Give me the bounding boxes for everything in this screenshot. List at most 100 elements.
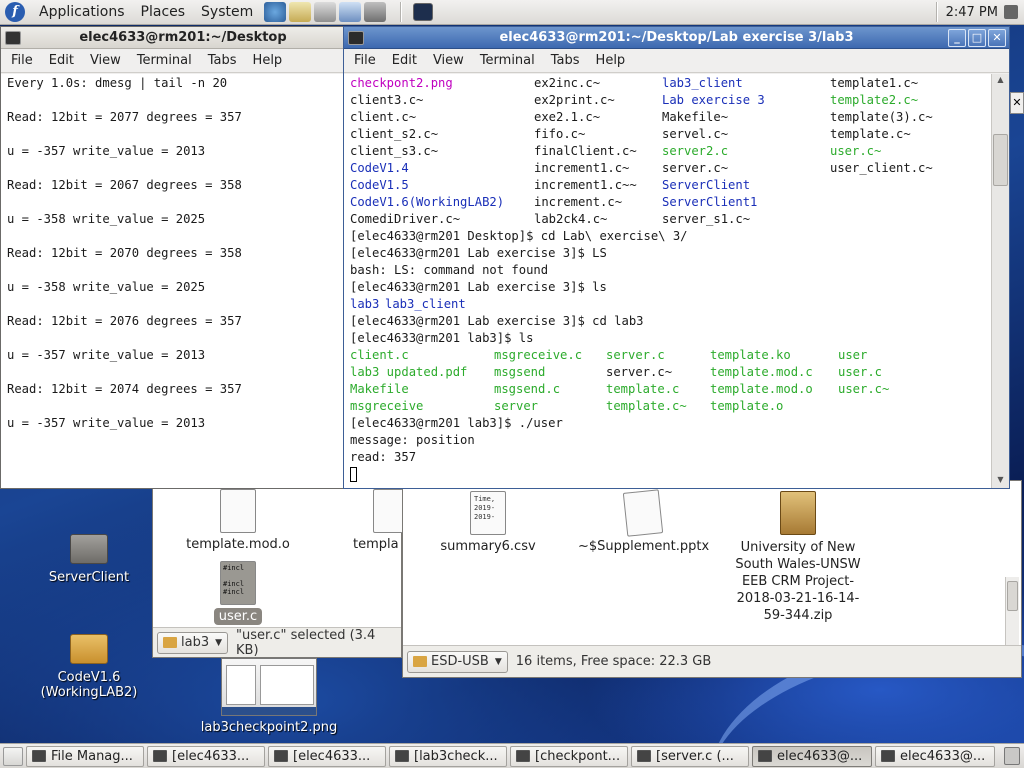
listing-entry: client_s3.c~ xyxy=(350,144,439,158)
taskbar-button[interactable]: [checkpont... xyxy=(510,745,628,767)
taskbar-button[interactable]: elec4633@... xyxy=(875,745,995,767)
menu-edit[interactable]: Edit xyxy=(384,53,425,68)
folder-icon xyxy=(413,656,427,667)
taskbar-button[interactable]: File Manag... xyxy=(26,745,144,767)
menu-terminal[interactable]: Terminal xyxy=(472,53,543,68)
taskbar-button[interactable]: elec4633@... xyxy=(752,745,872,767)
listing-entry: lab2ck4.c~ xyxy=(534,212,608,226)
file-label: ~$Supplement.pptx xyxy=(578,539,710,554)
listing-entry: user xyxy=(838,348,868,362)
terminal-line: ComediDriver.c~ lab2ck4.c~ server_s1.c~ xyxy=(350,211,985,228)
bottom-panel: File Manag... [elec4633... [elec4633... [la… xyxy=(0,743,1024,768)
desktop-icon-label: CodeV1.6 (WorkingLAB2) xyxy=(40,670,138,700)
scroll-up-arrow-icon[interactable]: ▲ xyxy=(992,75,1009,87)
browser-launcher-icon[interactable] xyxy=(264,2,287,22)
terminal-window-lab3[interactable]: elec4633@rm201:~/Desktop/Lab exercise 3/… xyxy=(343,26,1010,489)
terminal-launcher-icon[interactable] xyxy=(413,3,434,21)
listing-entry: template.o xyxy=(710,399,784,413)
taskbar-list: File Manag... [elec4633... [elec4633... [la… xyxy=(23,745,995,767)
chevron-down-icon: ▼ xyxy=(494,656,502,667)
terminal-line: checkpont2.png ex2inc.c~ lab3_client templa… xyxy=(350,75,985,92)
file-manager-usb-window[interactable]: Time, 2019- 2019- summary6.csv ~$Supplem… xyxy=(402,480,1022,678)
volume-icon[interactable] xyxy=(1004,5,1018,19)
file-item[interactable]: template.mod.o xyxy=(183,489,293,552)
tools-launcher-icon[interactable] xyxy=(364,2,387,22)
menu-file[interactable]: File xyxy=(3,53,41,68)
terminal-line: CodeV1.6(WorkingLAB2) increment.c~ ServerC… xyxy=(350,194,985,211)
close-button[interactable]: ✕ xyxy=(988,29,1006,47)
file-item[interactable]: Time, 2019- 2019- summary6.csv xyxy=(433,491,543,554)
applications-menu[interactable]: Applications xyxy=(31,0,133,25)
terminal-window-watch[interactable]: elec4633@rm201:~/Desktop File Edit View … xyxy=(0,26,346,489)
presentation-launcher-icon[interactable] xyxy=(339,2,362,22)
taskbar-button[interactable]: [lab3check... xyxy=(389,745,507,767)
listing-entry: lab3_client xyxy=(662,76,743,90)
places-menu[interactable]: Places xyxy=(133,0,194,25)
file-item-selected[interactable]: #incl #incl #incl user.c xyxy=(208,561,268,625)
listing-entry: template.c~ xyxy=(606,399,687,413)
menu-edit[interactable]: Edit xyxy=(41,53,82,68)
window-titlebar[interactable]: elec4633@rm201:~/Desktop/Lab exercise 3/… xyxy=(344,27,1009,49)
menu-tabs[interactable]: Tabs xyxy=(543,53,588,68)
scroll-thumb[interactable] xyxy=(993,134,1008,186)
scroll-down-arrow-icon[interactable]: ▼ xyxy=(992,475,1009,487)
terminal-line: [elec4633@rm201 lab3]$ ./user xyxy=(350,416,563,430)
listing-entry: user.c xyxy=(838,365,883,379)
taskbar-button[interactable]: [elec4633... xyxy=(147,745,265,767)
listing-entry: template2.c~ xyxy=(830,93,919,107)
listing-entry: Makefile~ xyxy=(662,110,729,124)
file-manager-lab3-window[interactable]: template.mod.o templa #incl #incl #incl … xyxy=(152,480,409,658)
terminal-line: Read: 12bit = 2070 degrees = 358 xyxy=(7,246,242,260)
desktop-folder-serverclient[interactable]: ServerClient xyxy=(44,534,134,585)
taskbar-button-label: [checkpont... xyxy=(535,748,621,764)
editor-launcher-icon[interactable] xyxy=(314,2,337,22)
terminal-line: u = -358 write_value = 2025 xyxy=(7,212,206,226)
scroll-thumb[interactable] xyxy=(1007,581,1018,611)
desktop-icon-label: lab3checkpoint2.png xyxy=(200,720,338,735)
file-item[interactable]: ~$Supplement.pptx xyxy=(578,489,710,554)
fedora-logo-icon[interactable]: f xyxy=(5,2,25,22)
menu-tabs[interactable]: Tabs xyxy=(200,53,245,68)
mail-launcher-icon[interactable] xyxy=(289,2,312,22)
menu-file[interactable]: File xyxy=(346,53,384,68)
minimize-button[interactable]: _ xyxy=(948,29,966,47)
listing-entry: increment1.c~ xyxy=(534,161,630,175)
menu-help[interactable]: Help xyxy=(245,53,291,68)
terminal-line: CodeV1.5 increment1.c~~ ServerClient xyxy=(350,177,985,194)
terminal-icon xyxy=(5,31,21,45)
terminal-output[interactable]: checkpont2.png ex2inc.c~ lab3_client templa… xyxy=(344,74,991,488)
window-titlebar[interactable]: elec4633@rm201:~/Desktop xyxy=(1,27,345,49)
background-window-close-icon[interactable]: ✕ xyxy=(1010,92,1024,114)
menu-view[interactable]: View xyxy=(82,53,129,68)
show-desktop-button[interactable] xyxy=(3,746,23,766)
menu-terminal[interactable]: Terminal xyxy=(129,53,200,68)
window-title: elec4633@rm201:~/Desktop xyxy=(79,30,287,45)
terminal-output[interactable]: Every 1.0s: dmesg | tail -n 20 Read: 12b… xyxy=(1,74,345,488)
panel-clock[interactable]: 2:47 PM xyxy=(946,5,998,20)
terminal-scrollbar[interactable]: ▲ ▼ xyxy=(991,74,1009,488)
maximize-button[interactable]: □ xyxy=(968,29,986,47)
desktop-folder-codev16[interactable]: CodeV1.6 (WorkingLAB2) xyxy=(34,634,144,700)
listing-entry: exe2.1.c~ xyxy=(534,110,601,124)
desktop-icon-label: ServerClient xyxy=(48,570,130,585)
menubar: File Edit View Terminal Tabs Help xyxy=(1,49,345,73)
menu-help[interactable]: Help xyxy=(588,53,634,68)
taskbar-button[interactable]: [server.c (... xyxy=(631,745,749,767)
desktop-file-lab3checkpoint2[interactable]: lab3checkpoint2.png xyxy=(196,658,342,735)
menu-view[interactable]: View xyxy=(425,53,472,68)
location-combo[interactable]: ESD-USB ▼ xyxy=(407,650,508,673)
file-label: University of New South Wales-UNSW EEB C… xyxy=(735,540,861,623)
location-combo[interactable]: lab3 ▼ xyxy=(157,631,229,654)
panel-separator xyxy=(400,2,403,22)
file-item[interactable]: University of New South Wales-UNSW EEB C… xyxy=(728,491,868,624)
trash-icon[interactable] xyxy=(1004,747,1020,765)
fm-scrollbar[interactable] xyxy=(1005,577,1019,647)
system-menu[interactable]: System xyxy=(193,0,261,25)
location-label: ESD-USB xyxy=(431,654,489,669)
status-text: "user.c" selected (3.4 KB) xyxy=(236,627,376,658)
taskbar-button[interactable]: [elec4633... xyxy=(268,745,386,767)
